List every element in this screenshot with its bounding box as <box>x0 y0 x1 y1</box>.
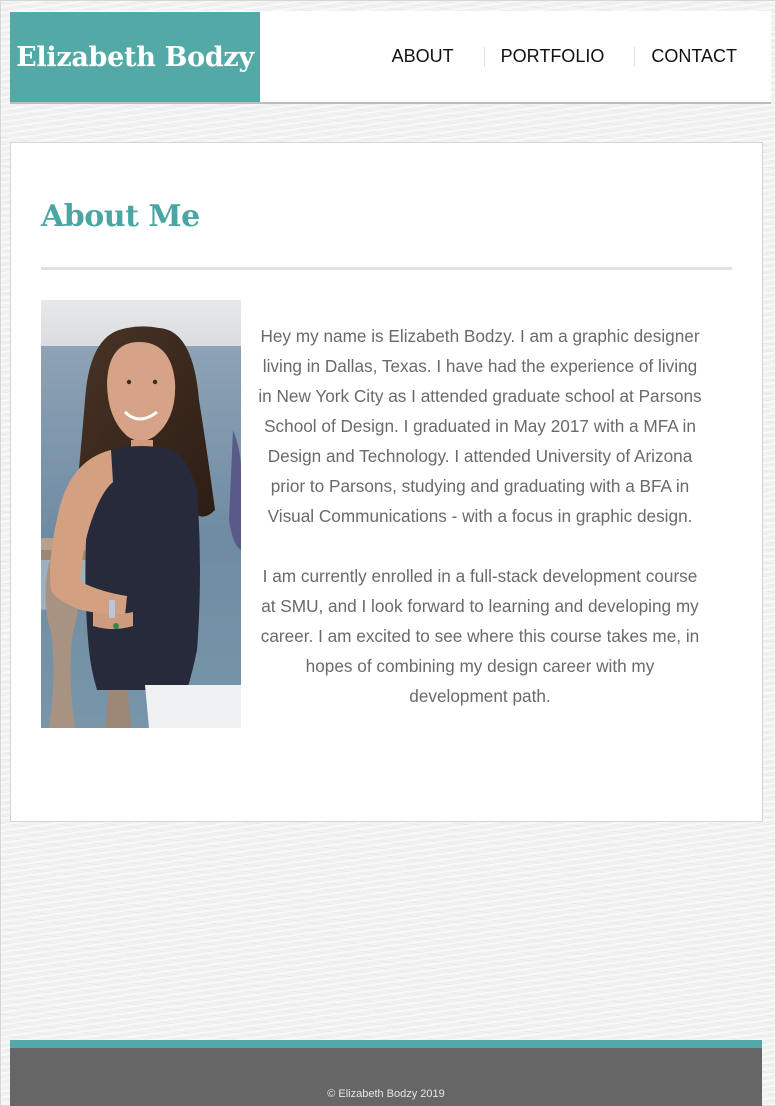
copyright-text: © Elizabeth Bodzy 2019 <box>327 1088 445 1100</box>
site-header: Elizabeth Bodzy ABOUT PORTFOLIO CONTACT <box>10 11 771 104</box>
brand-name: Elizabeth Bodzy <box>16 41 254 73</box>
nav-portfolio-link[interactable]: PORTFOLIO <box>485 46 621 67</box>
title-divider <box>41 267 732 270</box>
profile-photo-image <box>41 300 241 728</box>
main-nav: ABOUT PORTFOLIO CONTACT <box>376 11 771 102</box>
footer-accent-bar <box>10 1040 762 1048</box>
about-card: About Me Hey my name is Elizabeth Bodzy.… <box>10 142 763 822</box>
profile-photo <box>41 300 241 728</box>
brand-logo[interactable]: Elizabeth Bodzy <box>10 12 260 102</box>
nav-contact-link[interactable]: CONTACT <box>635 46 753 67</box>
site-footer: © Elizabeth Bodzy 2019 <box>10 1048 762 1106</box>
nav-about-link[interactable]: ABOUT <box>376 46 470 67</box>
about-content: Hey my name is Elizabeth Bodzy. I am a g… <box>41 300 703 728</box>
page-title: About Me <box>41 199 200 234</box>
